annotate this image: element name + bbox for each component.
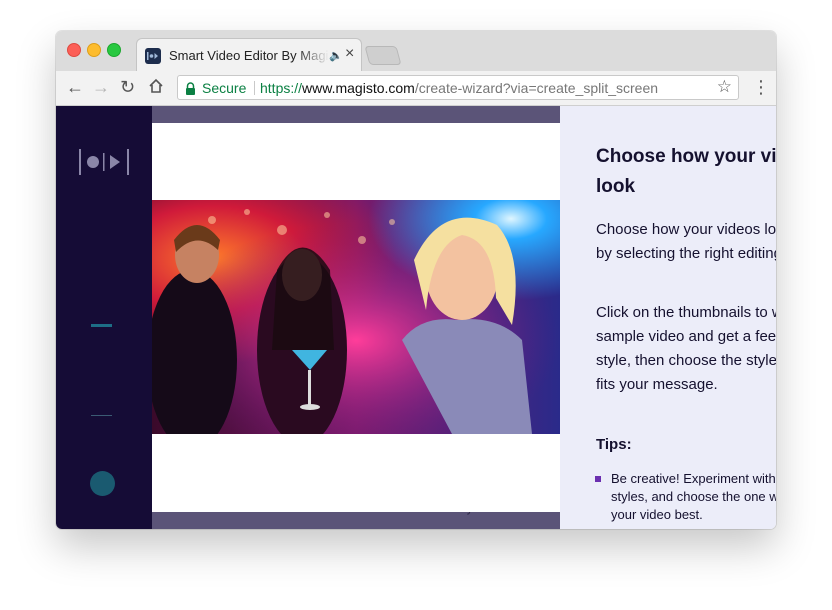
minimize-window-button[interactable] (87, 43, 101, 57)
tip-bullet-icon (595, 476, 601, 482)
app-sidebar (56, 106, 152, 529)
step-indicator-active[interactable] (91, 324, 112, 327)
active-tab[interactable]: Smart Video Editor By Magisto 🔈 × (136, 38, 362, 71)
panel-title: Choose how your video will look (596, 146, 776, 197)
tips-heading: Tips: (596, 436, 632, 453)
url-text[interactable]: https://www.magisto.com/create-wizard?vi… (260, 80, 658, 96)
magisto-logo-icon[interactable] (79, 149, 129, 180)
user-avatar[interactable] (90, 471, 115, 496)
address-bar[interactable]: Secure https://www.magisto.com/create-wi… (177, 75, 739, 100)
lock-icon (185, 82, 196, 100)
omnibox-divider (254, 81, 255, 95)
close-window-button[interactable] (67, 43, 81, 57)
new-tab-button[interactable] (364, 46, 402, 65)
tip-item: Be creative! Experiment with the various… (611, 471, 776, 522)
tab-bar: Smart Video Editor By Magisto 🔈 × (56, 31, 776, 72)
style-preview-area: Sale Date Party (152, 106, 560, 529)
browser-toolbar: ← → ↻ Secure https://www.magisto.com/cre… (56, 71, 776, 106)
magisto-favicon-icon (145, 48, 161, 64)
forward-arrow-icon[interactable]: → (92, 78, 110, 96)
close-tab-icon[interactable]: × (345, 45, 354, 63)
browser-menu-icon[interactable]: ⋮ (752, 77, 770, 98)
tab-title: Smart Video Editor By Magisto (169, 48, 329, 63)
url-path: /create-wizard?via=create_split_screen (414, 80, 659, 96)
party-photo (152, 200, 560, 434)
url-scheme: https:// (260, 80, 303, 96)
speaker-icon[interactable]: 🔈 (329, 49, 343, 62)
reload-icon[interactable]: ↻ (120, 78, 135, 96)
info-panel: Choose how your video will look Choose h… (560, 106, 776, 529)
panel-description: Choose how your videos look and feel by … (596, 221, 776, 262)
style-preview-card[interactable] (152, 123, 560, 512)
panel-instructions: Click on the thumbnails to watch a sampl… (596, 304, 776, 393)
maximize-window-button[interactable] (107, 43, 121, 57)
browser-window: Smart Video Editor By Magisto 🔈 × ← → ↻ … (56, 31, 776, 529)
bookmark-star-icon[interactable]: ☆ (717, 77, 732, 97)
url-host: www.magisto.com (302, 80, 415, 96)
home-icon[interactable] (148, 78, 164, 97)
step-indicator[interactable] (91, 415, 112, 416)
back-arrow-icon[interactable]: ← (66, 78, 84, 96)
page-content: Sale Date Party (56, 106, 776, 529)
secure-label: Secure (202, 80, 247, 96)
